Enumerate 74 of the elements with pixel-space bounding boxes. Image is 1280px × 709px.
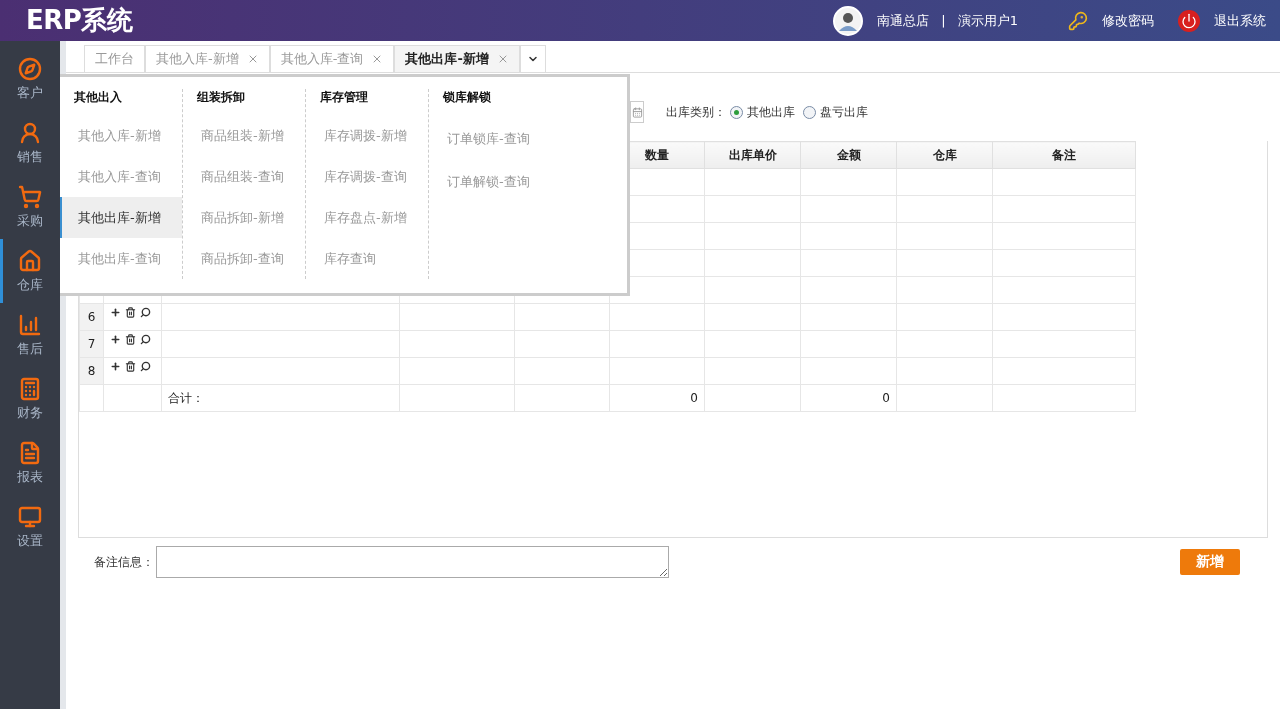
document-icon [18, 440, 42, 465]
menu-item[interactable]: 商品拆卸-新增 [183, 197, 305, 239]
menu-item[interactable]: 库存盘点-新增 [306, 197, 428, 239]
menu-item[interactable]: 商品组装-查询 [183, 156, 305, 198]
power-icon [1178, 9, 1200, 32]
trash-icon[interactable] [125, 361, 136, 372]
sidebar-item[interactable]: 客户 [0, 47, 57, 111]
remark-label: 备注信息： [94, 553, 154, 571]
change-password-link[interactable]: 修改密码 [1102, 11, 1154, 30]
menu-item[interactable]: 其他出库-查询 [60, 238, 182, 279]
trash-icon[interactable] [125, 334, 136, 345]
total-amount: 0 [800, 384, 897, 412]
search-icon[interactable] [140, 334, 151, 345]
tab[interactable]: 其他入库-新增 [145, 45, 270, 72]
house-icon [18, 248, 42, 273]
tab[interactable]: 其他入库-查询 [269, 45, 395, 72]
menu-heading: 其他出入 [73, 89, 122, 106]
total-quantity: 0 [609, 384, 705, 412]
tab[interactable]: 其他出库-新增 [394, 45, 520, 72]
key-icon [1068, 10, 1088, 31]
sidebar-item[interactable]: 仓库 [0, 239, 57, 303]
menu-item[interactable]: 库存查询 [306, 238, 428, 279]
add-icon[interactable] [110, 307, 121, 318]
radio-label: 其他出库 [747, 103, 795, 121]
bar-chart-icon [18, 312, 42, 337]
menu-heading: 组装拆卸 [196, 89, 245, 106]
menu-item[interactable]: 订单解锁-查询 [429, 160, 552, 203]
avatar [833, 5, 864, 36]
store-name: 南通总店 [877, 11, 930, 30]
sidebar-item[interactable]: 采购 [0, 175, 57, 239]
add-icon[interactable] [110, 361, 121, 372]
logout-link[interactable]: 退出系统 [1214, 11, 1266, 30]
compass-icon [18, 56, 42, 81]
monitor-icon [18, 504, 42, 529]
field-label: 出库类别： [666, 103, 726, 121]
column-header: 出库单价 [704, 141, 801, 169]
column-header: 金额 [800, 141, 897, 169]
sidebar-item[interactable]: 销售 [0, 111, 57, 175]
sidebar-item[interactable]: 设置 [0, 495, 57, 559]
menu-item[interactable]: 其他入库-查询 [60, 156, 182, 198]
add-icon[interactable] [110, 334, 121, 345]
remark-field[interactable] [156, 546, 669, 578]
column-header: 备注 [992, 141, 1136, 169]
sidebar-item[interactable]: 报表 [0, 431, 57, 495]
row-number: 8 [79, 357, 104, 385]
menu-item[interactable]: 其他入库-新增 [60, 115, 182, 157]
person-icon [18, 120, 42, 145]
app-title: ERP系统 [26, 4, 134, 37]
tab[interactable]: 工作台 [84, 45, 145, 72]
radio-label: 盘亏出库 [820, 103, 868, 121]
radio-button[interactable] [803, 105, 816, 119]
sidebar-item[interactable]: 售后 [0, 303, 57, 367]
separator: | [941, 13, 946, 28]
cart-icon [18, 184, 42, 209]
add-button[interactable]: 新增 [1180, 549, 1240, 575]
menu-item[interactable]: 库存调拨-新增 [306, 115, 428, 157]
menu-item[interactable]: 订单锁库-查询 [429, 117, 552, 160]
row-number: 6 [79, 303, 104, 331]
menu-item[interactable]: 商品拆卸-查询 [183, 238, 305, 279]
menu-heading: 锁库解锁 [442, 89, 491, 106]
menu-item[interactable]: 库存调拨-查询 [306, 156, 428, 198]
menu-heading: 库存管理 [319, 89, 368, 106]
calculator-icon [18, 376, 42, 401]
total-label: 合计： [161, 384, 400, 412]
radio-button[interactable] [730, 105, 743, 119]
search-icon[interactable] [140, 361, 151, 372]
menu-item[interactable]: 其他出库-新增 [60, 197, 182, 239]
user-name: 演示用户1 [957, 11, 1018, 30]
trash-icon[interactable] [125, 307, 136, 318]
menu-item[interactable]: 商品组装-新增 [183, 115, 305, 157]
row-number: 7 [79, 330, 104, 358]
column-header: 仓库 [896, 141, 993, 169]
sidebar-item[interactable]: 财务 [0, 367, 57, 431]
search-icon[interactable] [140, 307, 151, 318]
